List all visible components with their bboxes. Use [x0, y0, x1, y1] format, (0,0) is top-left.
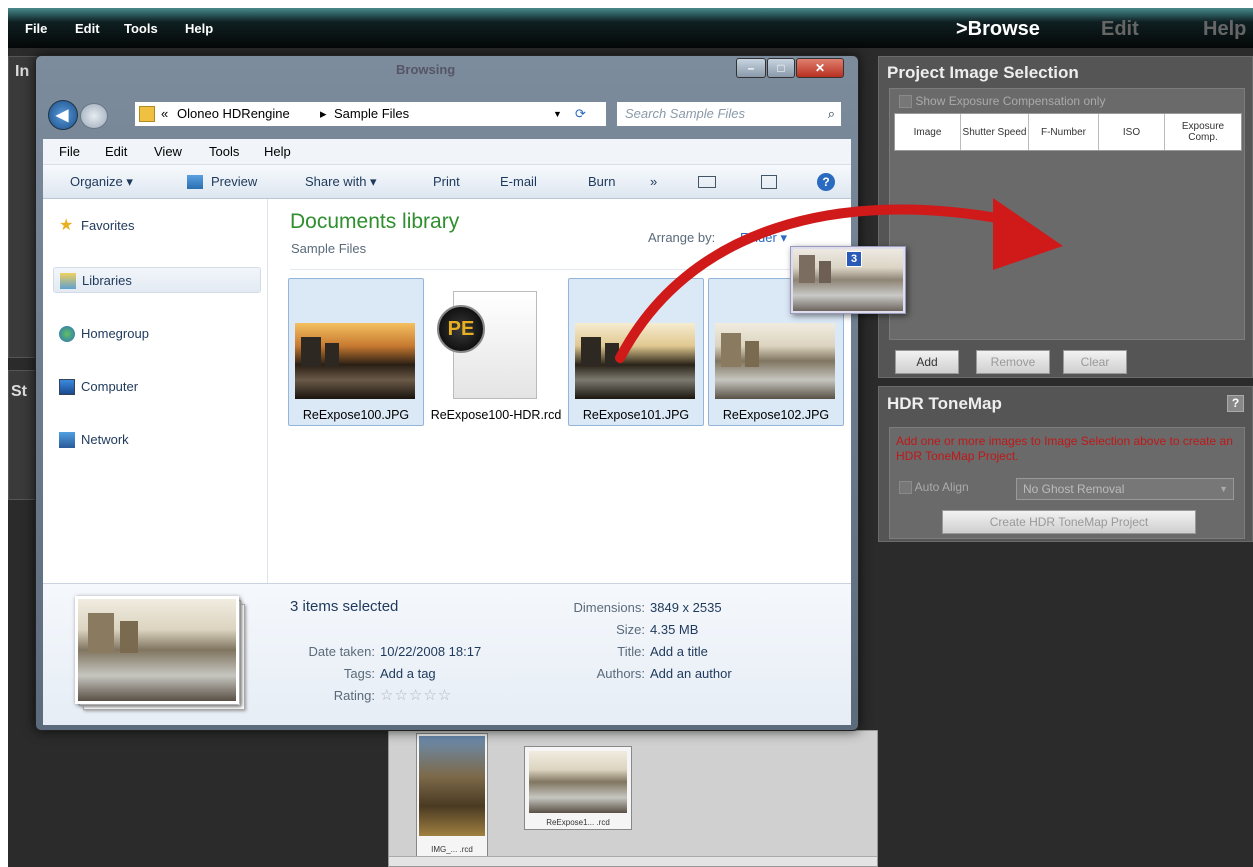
- hdrengine-app: File Edit Tools Help >Browse Edit Help I…: [8, 8, 1253, 867]
- arrow-head-icon: [993, 198, 1063, 270]
- drag-arrow: [615, 198, 1063, 363]
- drag-arrow-path: [615, 204, 1013, 363]
